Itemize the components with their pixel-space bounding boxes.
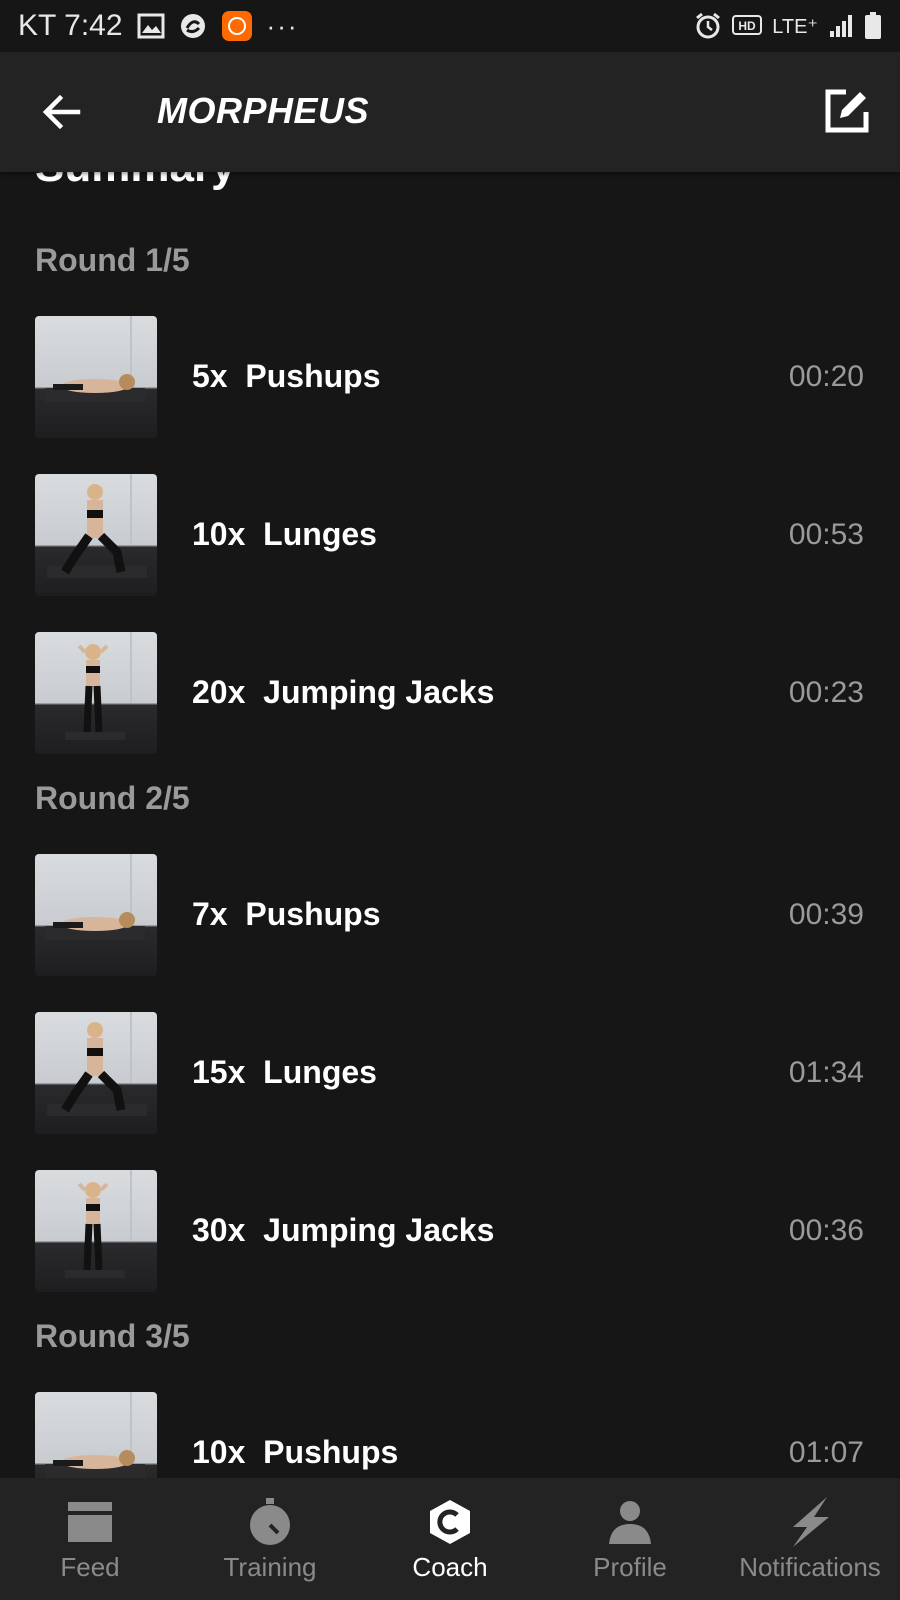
exercise-thumbnail — [35, 1012, 157, 1134]
hd-icon: HD — [732, 13, 763, 39]
feed-icon — [66, 1498, 114, 1546]
nav-label: Feed — [60, 1552, 120, 1582]
profile-icon — [606, 1498, 654, 1546]
exercise-time: 01:07 — [788, 1436, 864, 1469]
exercise-time: 00:20 — [788, 360, 864, 393]
round-header: Round 1/5 — [35, 242, 190, 278]
edit-button[interactable] — [824, 88, 870, 134]
summary-heading: Summary — [35, 172, 236, 192]
exercise-row[interactable]: 20x Jumping Jacks 00:23 — [0, 632, 900, 756]
back-button[interactable] — [40, 90, 84, 134]
status-more: ··· — [266, 10, 299, 41]
page-title: MORPHEUS — [157, 90, 370, 131]
status-time: KT 7:42 — [18, 9, 123, 42]
exercise-thumbnail — [35, 474, 157, 596]
bottom-navigation: Feed Training Coach Profile Notifications — [0, 1478, 900, 1600]
exercise-label: 20x Jumping Jacks — [192, 674, 495, 710]
nav-item-feed[interactable]: Feed — [0, 1478, 180, 1600]
exercise-thumbnail — [35, 316, 157, 438]
exercise-row[interactable]: 15x Lunges 01:34 — [0, 1012, 900, 1136]
exercise-time: 00:36 — [788, 1214, 864, 1247]
lightning-icon — [786, 1497, 834, 1547]
exercise-time: 00:39 — [788, 898, 864, 931]
stopwatch-icon — [246, 1498, 294, 1546]
exercise-thumbnail — [35, 1170, 157, 1292]
arrow-left-icon — [42, 94, 81, 130]
exercise-row[interactable]: 10x Lunges 00:53 — [0, 474, 900, 598]
nav-item-coach[interactable]: Coach — [360, 1478, 540, 1600]
exercise-time: 00:23 — [788, 676, 864, 709]
exercise-thumbnail — [35, 1392, 157, 1478]
exercise-thumbnail — [35, 854, 157, 976]
exercise-label: 15x Lunges — [192, 1054, 377, 1090]
svg-text:HD: HD — [739, 19, 757, 33]
exercise-time: 00:53 — [788, 518, 864, 551]
exercise-label: 30x Jumping Jacks — [192, 1212, 495, 1248]
alarm-icon — [694, 12, 722, 40]
nav-label: Profile — [593, 1552, 667, 1582]
exercise-label: 10x Pushups — [192, 1434, 399, 1470]
mi-app-icon — [221, 10, 253, 42]
exercise-label: 7x Pushups — [192, 896, 381, 932]
exercise-label: 5x Pushups — [192, 358, 381, 394]
exercise-label: 10x Lunges — [192, 516, 377, 552]
exercise-row[interactable]: 30x Jumping Jacks 00:36 — [0, 1170, 900, 1294]
exercise-time: 01:34 — [788, 1056, 864, 1089]
status-bar: KT 7:42 ··· HD LTE⁺ — [0, 0, 900, 52]
round-header: Round 2/5 — [35, 780, 190, 816]
workout-summary-list[interactable]: Summary Round 1/5 5x Pushups 00:20 10x Lung… — [0, 172, 900, 1478]
network-type: LTE⁺ — [772, 15, 818, 38]
signal-icon — [828, 13, 854, 39]
exercise-row[interactable]: 10x Pushups 01:07 — [0, 1392, 900, 1478]
nav-item-profile[interactable]: Profile — [540, 1478, 720, 1600]
nav-item-notifications[interactable]: Notifications — [720, 1478, 900, 1600]
nav-label: Coach — [412, 1552, 488, 1582]
gallery-icon — [137, 13, 165, 39]
app-bar: MORPHEUS — [0, 52, 900, 172]
battery-icon — [864, 12, 882, 40]
nav-label: Notifications — [739, 1552, 881, 1582]
exercise-thumbnail — [35, 632, 157, 754]
edit-icon — [825, 89, 869, 133]
sync-icon — [179, 12, 207, 40]
coach-icon — [426, 1498, 474, 1546]
exercise-row[interactable]: 7x Pushups 00:39 — [0, 854, 900, 978]
nav-item-training[interactable]: Training — [180, 1478, 360, 1600]
round-header: Round 3/5 — [35, 1318, 190, 1354]
exercise-row[interactable]: 5x Pushups 00:20 — [0, 316, 900, 440]
nav-label: Training — [223, 1552, 317, 1582]
